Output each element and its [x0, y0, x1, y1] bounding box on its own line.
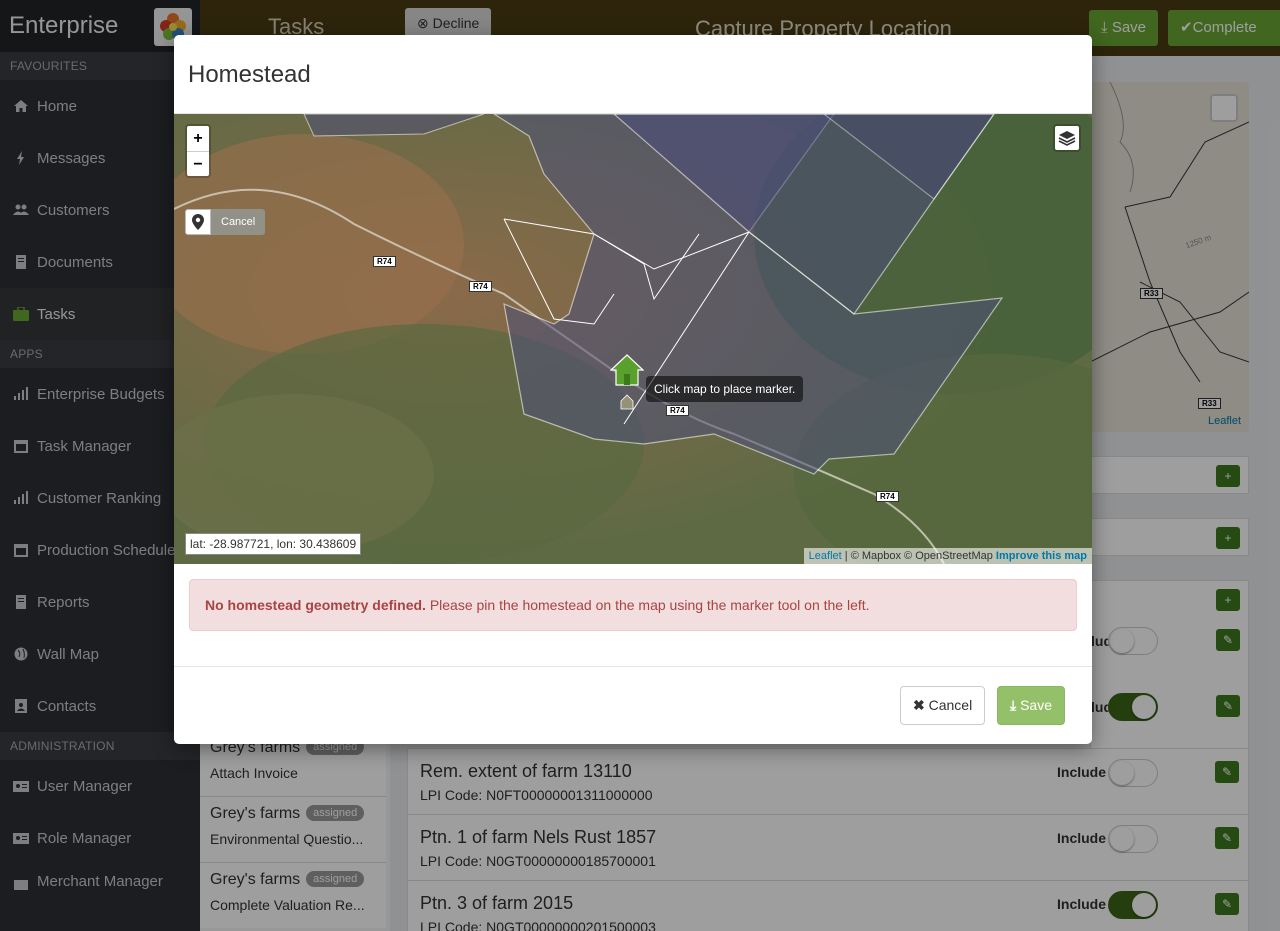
- attribution-separator: |: [844, 550, 848, 562]
- marker-ghost-icon: [620, 394, 634, 410]
- modal-header: Homestead: [174, 35, 1092, 114]
- cancel-label: Cancel: [928, 697, 973, 713]
- leaflet-link[interactable]: Leaflet: [809, 550, 842, 562]
- map-marker-icon: [192, 214, 204, 230]
- layers-control[interactable]: [1053, 124, 1081, 152]
- road-label-r74: R74: [469, 281, 492, 292]
- modal-footer: ✖ Cancel ⤓ Save: [174, 666, 1092, 744]
- close-icon: ✖: [913, 697, 929, 713]
- draw-cancel-button[interactable]: Cancel: [211, 209, 266, 235]
- map-attribution: Leaflet | © Mapbox © OpenStreetMap Impro…: [803, 548, 1092, 564]
- app-root: Enterprise FAVOURITES Home Messages Cust…: [0, 0, 1280, 931]
- marker-draw-control: Cancel: [185, 209, 266, 235]
- cancel-button[interactable]: ✖ Cancel: [900, 686, 986, 725]
- improve-map-link[interactable]: Improve this map: [996, 550, 1087, 562]
- satellite-imagery: [174, 114, 1092, 564]
- alert-strong-text: No homestead geometry defined.: [205, 597, 426, 613]
- homestead-modal: Homestead R74 R74 R74 R74 + − Cancel Cli…: [174, 35, 1092, 744]
- save-label: Save: [1020, 697, 1052, 713]
- download-icon: ⤓: [1010, 697, 1021, 713]
- road-label-r74: R74: [373, 256, 396, 267]
- homestead-map[interactable]: R74 R74 R74 R74 + − Cancel Click map to …: [174, 114, 1092, 564]
- homestead-marker-icon[interactable]: [610, 354, 644, 386]
- place-marker-button[interactable]: [185, 209, 211, 235]
- attribution-text: © Mapbox © OpenStreetMap: [850, 550, 993, 562]
- map-tooltip: Click map to place marker.: [646, 376, 804, 402]
- save-button[interactable]: ⤓ Save: [997, 686, 1065, 725]
- modal-title: Homestead: [188, 61, 311, 88]
- layers-icon: [1058, 131, 1076, 146]
- zoom-out-button[interactable]: −: [187, 151, 209, 176]
- road-label-r74: R74: [876, 491, 899, 502]
- mouse-coordinates: lat: -28.987721, lon: 30.438609: [185, 533, 362, 555]
- no-geometry-alert: No homestead geometry defined. Please pi…: [189, 579, 1077, 631]
- alert-text: Please pin the homestead on the map usin…: [425, 597, 870, 613]
- road-label-r74: R74: [666, 405, 689, 416]
- zoom-control: + −: [185, 124, 211, 178]
- zoom-in-button[interactable]: +: [187, 126, 209, 151]
